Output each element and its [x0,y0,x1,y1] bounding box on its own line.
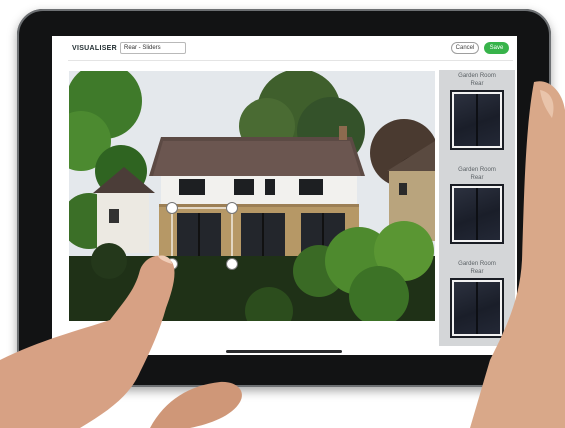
hands-illustration [0,81,565,428]
